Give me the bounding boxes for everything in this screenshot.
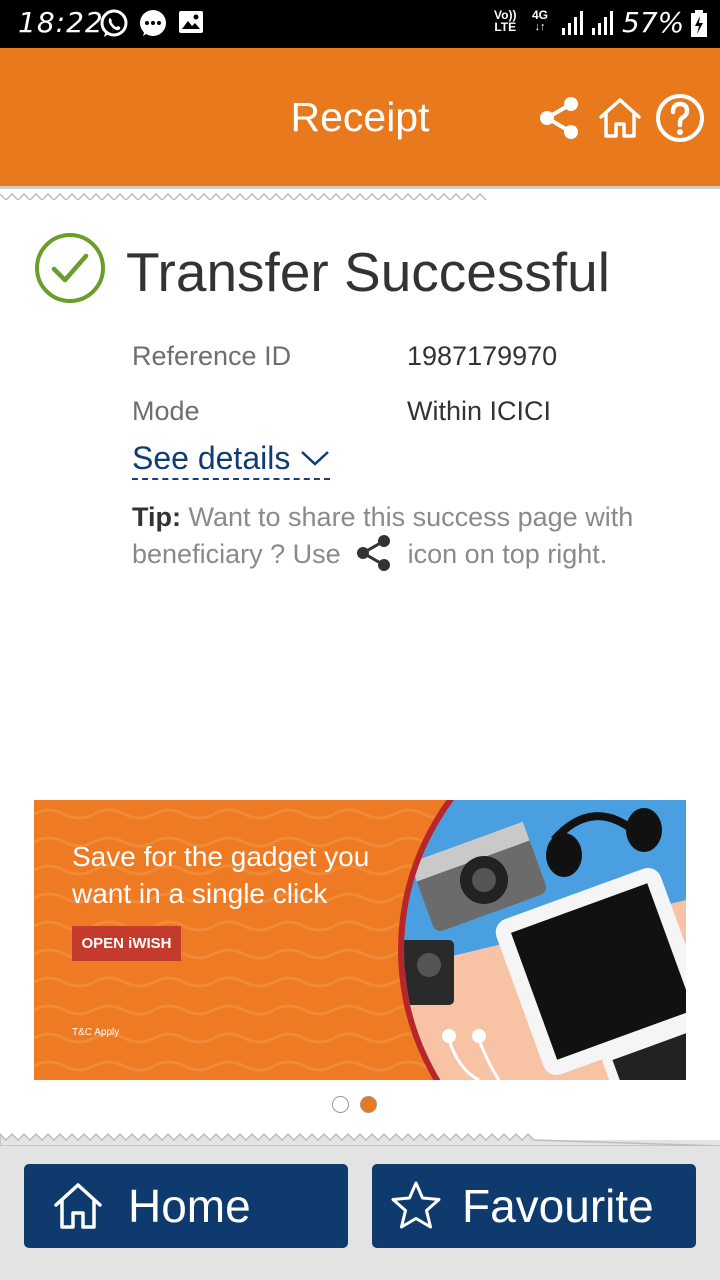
- result-title: Transfer Successful: [126, 241, 610, 303]
- tip-label: Tip:: [132, 502, 181, 532]
- receipt-edge-top: [0, 186, 720, 200]
- banner-terms: T&C Apply: [72, 1027, 120, 1038]
- help-icon[interactable]: [654, 92, 706, 144]
- status-time: 18:22: [18, 6, 104, 39]
- star-icon: [391, 1181, 441, 1229]
- favourite-button[interactable]: Favourite: [372, 1164, 696, 1248]
- open-iwish-button[interactable]: OPEN iWISH: [72, 926, 181, 961]
- reference-id-label: Reference ID: [132, 341, 292, 371]
- share-icon: [357, 535, 391, 571]
- chat-icon: [140, 10, 166, 36]
- mode-value: Within ICICI: [407, 396, 552, 426]
- home-button-label: Home: [128, 1180, 251, 1232]
- app-header: Receipt: [0, 48, 720, 186]
- gallery-icon: [179, 11, 203, 33]
- home-button[interactable]: Home: [24, 1164, 348, 1248]
- tip-text: Tip: Want to share this success page wit…: [132, 500, 652, 572]
- promo-banner[interactable]: Save for the gadget you want in a single…: [34, 800, 686, 1080]
- signal-icon: [592, 11, 613, 35]
- home-icon[interactable]: [594, 92, 646, 144]
- receipt-edge-bottom: [0, 1132, 720, 1146]
- carousel-dot-active[interactable]: [360, 1096, 377, 1113]
- bottom-action-bar: Home Favourite: [0, 1132, 720, 1280]
- share-icon[interactable]: [534, 92, 586, 144]
- reference-id-value: 1987179970: [407, 341, 558, 371]
- network-type: 4G ↓↑: [532, 8, 549, 33]
- favourite-button-label: Favourite: [462, 1180, 654, 1232]
- home-icon: [54, 1183, 102, 1229]
- banner-headline: Save for the gadget you want in a single…: [72, 841, 370, 909]
- check-circle-icon: [35, 233, 105, 303]
- volte-indicator: Vo)) LTE: [494, 8, 517, 34]
- whatsapp-icon: [100, 9, 128, 37]
- battery-icon: [691, 10, 707, 37]
- see-details-link[interactable]: See details: [132, 438, 331, 480]
- status-bar: 18:22 Vo)) LTE 4G ↓↑ 57%: [0, 0, 720, 48]
- see-details-label: See details: [132, 439, 291, 476]
- tip-body-end: icon on top right.: [407, 539, 608, 569]
- signal-icon: [562, 11, 583, 35]
- carousel-indicator: [0, 1096, 720, 1114]
- carousel-dot[interactable]: [332, 1096, 349, 1113]
- chevron-down-icon: [301, 451, 330, 466]
- battery-percent: 57%: [622, 6, 685, 39]
- mode-label: Mode: [132, 396, 200, 426]
